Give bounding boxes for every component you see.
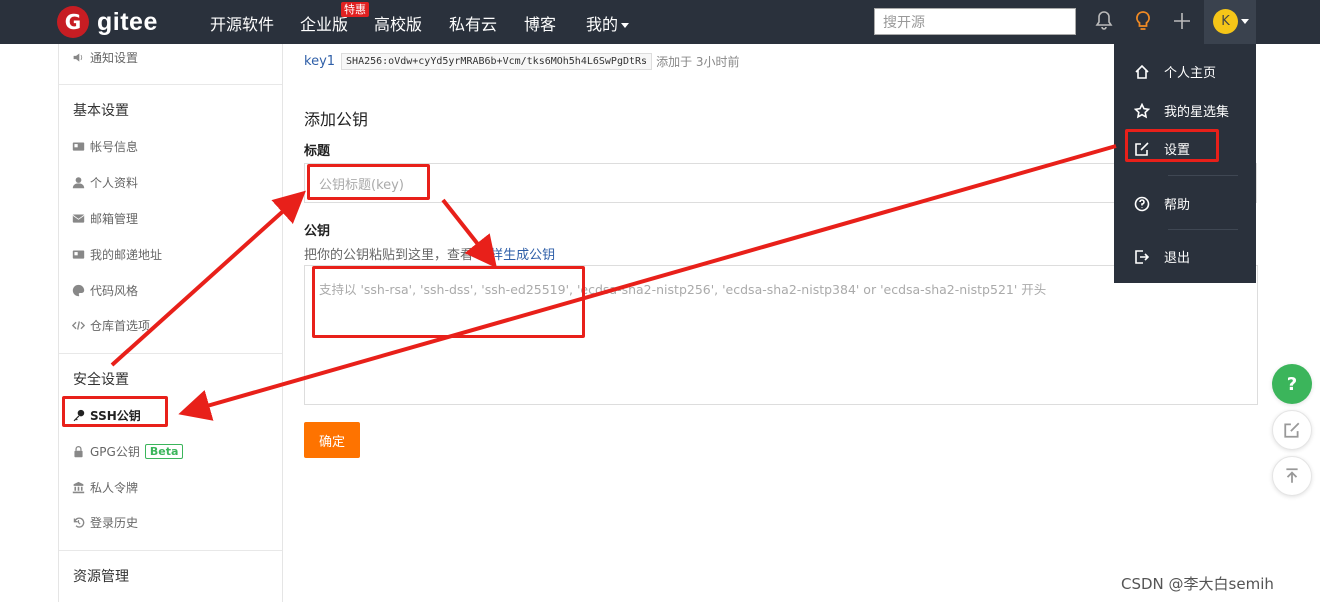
history-icon xyxy=(73,517,85,528)
plus-icon[interactable] xyxy=(1170,9,1194,33)
settings-sidebar: 通知设置 基本设置 帐号信息 个人资料 邮箱管理 我的邮递地址 代码风格 仓库首… xyxy=(58,44,283,602)
how-to-generate-link[interactable]: 怎样生成公钥 xyxy=(477,248,555,263)
divider xyxy=(1168,229,1238,230)
nav-open-source[interactable]: 开源软件 xyxy=(210,11,274,35)
menu-item-logout[interactable]: 退出 xyxy=(1134,247,1190,266)
divider xyxy=(59,84,282,85)
sidebar-item-code-style[interactable]: 代码风格 xyxy=(72,282,138,299)
annotation-box-key xyxy=(312,266,585,338)
star-icon xyxy=(1134,102,1150,118)
public-key-label: 公钥 xyxy=(304,224,331,239)
sidebar-item-email[interactable]: 邮箱管理 xyxy=(72,210,138,227)
divider xyxy=(59,550,282,551)
chevron-down-icon xyxy=(1241,19,1249,24)
token-icon xyxy=(72,481,85,494)
user-dropdown-menu: 个人主页 我的星选集 设置 帮助 退出 xyxy=(1114,44,1256,283)
speaker-icon xyxy=(73,53,83,62)
beta-badge: Beta xyxy=(144,444,184,459)
divider xyxy=(1168,175,1238,176)
sidebar-item-label: 个人资料 xyxy=(90,176,139,190)
menu-item-label: 帮助 xyxy=(1164,198,1191,213)
help-float-button[interactable]: ? xyxy=(1272,364,1312,404)
nav-blog[interactable]: 博客 xyxy=(524,11,556,35)
gitee-logo[interactable]: G gitee xyxy=(57,5,158,39)
menu-item-homepage[interactable]: 个人主页 xyxy=(1134,62,1216,81)
id-card-icon xyxy=(72,142,85,151)
key-added-time: 添加于 3小时前 xyxy=(656,55,740,69)
edit-icon xyxy=(1284,422,1300,438)
bell-icon[interactable] xyxy=(1092,9,1116,33)
annotation-box-ssh xyxy=(62,396,168,427)
sidebar-item-repo-prefs[interactable]: 仓库首选项 xyxy=(72,317,150,334)
code-icon xyxy=(72,321,85,330)
sidebar-item-label: 帐号信息 xyxy=(90,140,139,154)
home-icon xyxy=(1135,64,1149,79)
gitee-logo-icon: G xyxy=(57,6,89,38)
sidebar-item-label: 我的邮递地址 xyxy=(90,248,163,262)
sidebar-item-tokens[interactable]: 私人令牌 xyxy=(72,479,138,496)
page-title: 添加公钥 xyxy=(304,110,369,129)
envelope-icon xyxy=(72,214,85,223)
nav-private-cloud[interactable]: 私有云 xyxy=(449,11,497,35)
annotation-box-title xyxy=(307,164,430,200)
title-label: 标题 xyxy=(304,144,331,159)
search-input[interactable]: 搜开源 xyxy=(874,8,1076,35)
watermark: CSDN @李大白semih xyxy=(1121,575,1274,593)
menu-item-label: 我的星选集 xyxy=(1164,105,1230,120)
sidebar-heading-resources: 资源管理 xyxy=(73,569,129,585)
sidebar-item-address[interactable]: 我的邮递地址 xyxy=(72,246,162,263)
lightbulb-icon[interactable] xyxy=(1131,9,1155,33)
user-icon xyxy=(72,177,85,189)
lock-icon xyxy=(74,445,83,458)
avatar: K xyxy=(1213,9,1238,34)
divider xyxy=(59,353,282,354)
annotation-box-settings xyxy=(1125,129,1219,162)
sidebar-item-label: 邮箱管理 xyxy=(90,212,139,226)
menu-item-help[interactable]: 帮助 xyxy=(1134,194,1190,213)
sidebar-item-label: 登录历史 xyxy=(90,516,139,530)
palette-icon xyxy=(72,284,85,297)
hint-text: 把你的公钥粘贴到这里，查看 xyxy=(304,248,474,263)
sidebar-item-label: 通知设置 xyxy=(90,51,139,65)
sidebar-item-account[interactable]: 帐号信息 xyxy=(72,138,138,155)
sidebar-heading-security: 安全设置 xyxy=(73,372,129,388)
sidebar-item-label: GPG公钥 xyxy=(90,445,140,459)
feedback-float-button[interactable] xyxy=(1272,410,1312,450)
sidebar-item-label: 私人令牌 xyxy=(90,481,139,495)
nav-university[interactable]: 高校版 xyxy=(374,11,422,35)
arrow-up-icon xyxy=(1286,468,1298,483)
confirm-button[interactable]: 确定 xyxy=(304,422,360,458)
existing-key-row: key1 SHA256:oVdw+cyYd5yrMRAB6b+Vcm/tks6M… xyxy=(304,53,740,70)
back-to-top-button[interactable] xyxy=(1272,456,1312,496)
gitee-logo-text: gitee xyxy=(97,7,158,36)
sidebar-heading-basic: 基本设置 xyxy=(73,103,129,119)
promo-badge: 特惠 xyxy=(341,2,369,17)
menu-item-label: 退出 xyxy=(1164,251,1191,266)
nav-mine[interactable]: 我的 xyxy=(586,11,630,35)
sidebar-item-profile[interactable]: 个人资料 xyxy=(72,174,138,191)
nav-mine-label: 我的 xyxy=(586,15,619,34)
sidebar-item-label: 代码风格 xyxy=(90,284,139,298)
public-key-hint: 把你的公钥粘贴到这里，查看 怎样生成公钥 xyxy=(304,244,555,263)
chevron-down-icon xyxy=(621,23,630,28)
menu-item-starred[interactable]: 我的星选集 xyxy=(1134,101,1229,120)
sidebar-item-login-history[interactable]: 登录历史 xyxy=(72,514,138,531)
address-card-icon xyxy=(72,250,85,259)
sidebar-item-gpg-keys[interactable]: GPG公钥 Beta xyxy=(72,443,184,460)
key-fingerprint: SHA256:oVdw+cyYd5yrMRAB6b+Vcm/tks6MOh5h4… xyxy=(341,53,653,70)
logout-icon xyxy=(1135,249,1150,264)
key-name: key1 xyxy=(304,54,336,69)
top-nav-bar: G gitee 开源软件 企业版 特惠 高校版 私有云 博客 我的 搜开源 K xyxy=(0,0,1320,44)
menu-item-label: 个人主页 xyxy=(1164,66,1217,81)
sidebar-item-label: 仓库首选项 xyxy=(90,319,151,333)
question-circle-icon xyxy=(1134,196,1150,211)
sidebar-item-notifications[interactable]: 通知设置 xyxy=(72,49,138,66)
user-menu-toggle[interactable]: K xyxy=(1204,0,1256,44)
